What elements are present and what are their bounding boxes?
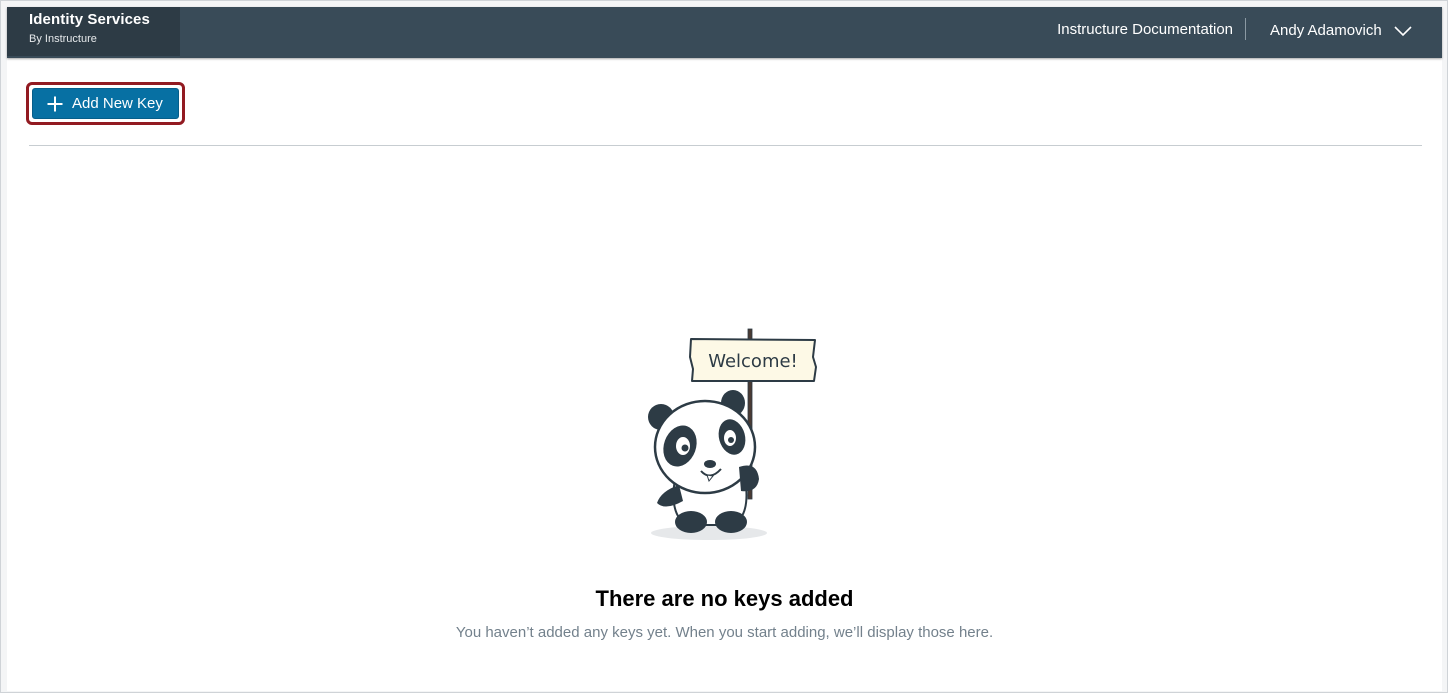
nav-divider [1245, 18, 1246, 40]
window-frame: Identity Services By Instructure Instruc… [0, 0, 1448, 693]
chevron-down-icon [1394, 24, 1412, 37]
section-divider [29, 145, 1422, 146]
brand-block[interactable]: Identity Services By Instructure [7, 7, 180, 56]
empty-state-title: There are no keys added [595, 586, 854, 611]
panda-welcome-illustration: Welcome! [635, 319, 821, 541]
brand-subtitle: By Instructure [29, 33, 97, 45]
top-navigation-bar: Identity Services By Instructure Instruc… [7, 7, 1442, 58]
add-key-highlight: Add New Key [26, 82, 185, 125]
welcome-sign: Welcome! [689, 338, 817, 382]
user-menu[interactable]: Andy Adamovich [1270, 20, 1412, 40]
welcome-sign-text: Welcome! [708, 351, 798, 372]
app-content: Identity Services By Instructure Instruc… [7, 7, 1442, 691]
add-new-key-button[interactable]: Add New Key [32, 88, 179, 119]
add-new-key-label: Add New Key [72, 95, 163, 112]
empty-state-description: You haven’t added any keys yet. When you… [455, 624, 994, 641]
plus-icon [46, 95, 64, 113]
brand-title: Identity Services [29, 11, 150, 28]
user-name: Andy Adamovich [1270, 21, 1382, 39]
documentation-link[interactable]: Instructure Documentation [1057, 21, 1233, 38]
